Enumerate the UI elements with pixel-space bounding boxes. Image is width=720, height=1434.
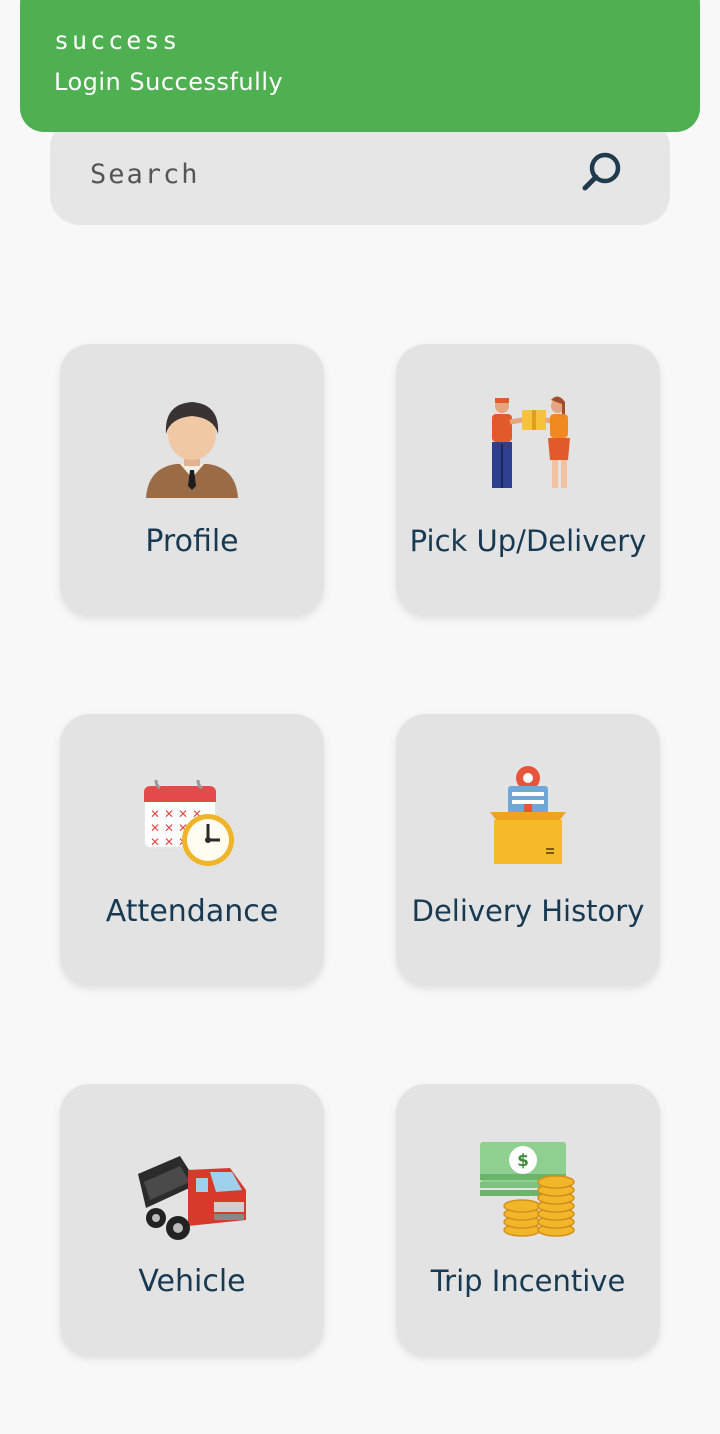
package-history-icon <box>490 766 566 864</box>
profile-icon <box>146 402 238 498</box>
truck-icon <box>138 1156 246 1240</box>
search-bar <box>50 118 670 225</box>
tile-trip-incentive[interactable]: $ Trip Incentive <box>396 1084 660 1356</box>
tile-label-trip-incentive: Trip Incentive <box>430 1264 626 1298</box>
tile-label-delivery-history: Delivery History <box>411 894 645 928</box>
tile-label-vehicle: Vehicle <box>138 1264 246 1299</box>
tile-delivery-history[interactable]: Delivery History <box>396 714 660 986</box>
success-toast: success Login Successfully <box>20 0 700 132</box>
tile-vehicle[interactable]: Vehicle <box>60 1084 324 1356</box>
svg-text:✕: ✕ <box>150 835 160 849</box>
delivery-handoff-icon <box>492 396 570 488</box>
tile-profile[interactable]: Profile <box>60 344 324 616</box>
tile-attendance[interactable]: ✕✕✕✕ ✕✕✕ ✕✕✕ Attendance <box>60 714 324 986</box>
tile-label-attendance: Attendance <box>105 894 279 929</box>
search-icon[interactable] <box>580 150 624 194</box>
search-input[interactable] <box>90 158 570 190</box>
tile-pickup-delivery[interactable]: Pick Up/Delivery <box>396 344 660 616</box>
toast-message: Login Successfully <box>54 68 284 96</box>
svg-text:✕: ✕ <box>164 807 174 821</box>
money-coins-icon: $ <box>480 1142 575 1237</box>
svg-text:$: $ <box>517 1151 529 1171</box>
svg-text:✕: ✕ <box>150 821 160 835</box>
svg-text:✕: ✕ <box>178 807 188 821</box>
svg-text:✕: ✕ <box>150 807 160 821</box>
calendar-clock-icon: ✕✕✕✕ ✕✕✕ ✕✕✕ <box>143 779 234 866</box>
tile-label-pickup-delivery: Pick Up/Delivery <box>409 524 647 558</box>
svg-text:✕: ✕ <box>164 835 174 849</box>
svg-text:✕: ✕ <box>164 821 174 835</box>
tile-label-profile: Profile <box>145 524 239 559</box>
toast-title: success <box>54 26 181 55</box>
